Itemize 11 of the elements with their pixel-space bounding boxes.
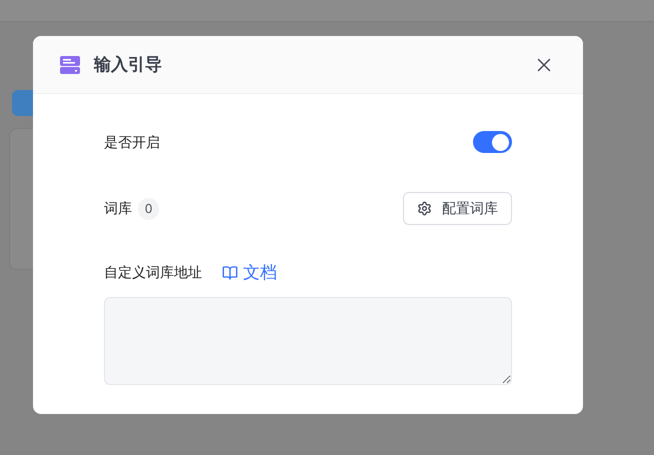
toggle-switch[interactable] (473, 131, 512, 153)
settings-icon (417, 201, 432, 216)
dialog-title: 输入引导 (94, 54, 162, 76)
docs-link[interactable]: 文档 (222, 260, 277, 286)
field-label: 词库 (104, 199, 132, 218)
field-label: 自定义词库地址 (104, 263, 202, 282)
book-icon (222, 264, 238, 281)
field-label: 是否开启 (104, 132, 160, 152)
configure-button[interactable]: 配置词库 (403, 192, 512, 225)
server-icon (60, 56, 80, 74)
count-badge: 0 (138, 198, 160, 220)
